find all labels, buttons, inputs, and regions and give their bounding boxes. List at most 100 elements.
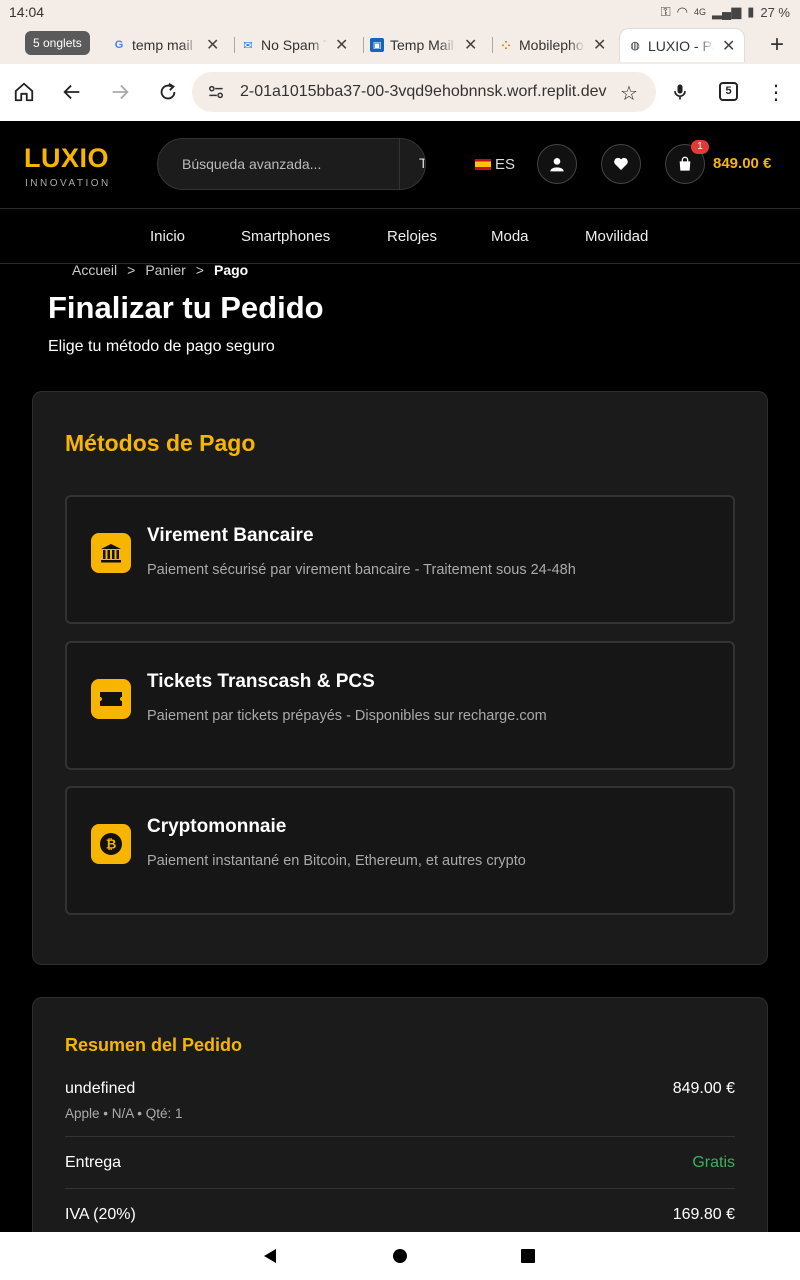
tab-count-button[interactable]: 5 onglets — [25, 31, 90, 55]
status-bar: 14:04 ⚿ ◠ 4G ▂▄▆ ▮ 27 % — [0, 0, 800, 24]
address-bar[interactable]: 2-01a1015bba37-00-3vqd9ehobnnsk.worf.rep… — [192, 72, 656, 112]
browser-tab-temp-mail[interactable]: G temp mail ✕ — [112, 28, 220, 62]
browser-tab-mobilephone[interactable]: ⁘ Mobilepho ✕ — [491, 28, 606, 62]
order-item-name: undefined — [65, 1080, 136, 1097]
close-tab-icon[interactable]: ✕ — [206, 35, 219, 55]
bank-icon — [91, 533, 131, 573]
payment-methods-card: Métodos de Pago Virement Bancaire Paieme… — [32, 391, 768, 965]
site-logo-tagline: INNOVATION — [25, 178, 111, 189]
signal-icon: ▂▄▆ — [711, 4, 742, 19]
breadcrumb-home[interactable]: Accueil — [72, 262, 117, 278]
site-logo[interactable]: LUXIO — [24, 143, 109, 174]
search-input[interactable] — [182, 139, 397, 189]
cart-count-badge: 1 — [691, 140, 709, 154]
close-tab-icon[interactable]: ✕ — [464, 35, 477, 55]
forward-icon[interactable] — [107, 79, 133, 105]
shopping-bag-icon — [679, 156, 691, 171]
browser-tab-luxio[interactable]: ◍ LUXIO - Pa ✕ — [619, 28, 745, 62]
delivery-value: Gratis — [692, 1154, 735, 1171]
site-header: LUXIO INNOVATION T ES 1 849.00 € — [0, 121, 800, 209]
tempmail-icon: ▣ — [370, 38, 384, 52]
url-text: 2-01a1015bba37-00-3vqd9ehobnnsk.worf.rep… — [240, 83, 607, 100]
breadcrumb-separator: > — [195, 262, 204, 278]
delivery-row: Entrega Gratis — [65, 1154, 735, 1178]
site-settings-icon[interactable] — [206, 82, 226, 107]
account-button[interactable] — [537, 144, 577, 184]
heart-icon — [614, 157, 628, 170]
browser-tab-strip: 5 onglets G temp mail ✕ ✉ No Spam T ✕ ▣ … — [0, 24, 800, 64]
nav-item-smartphones[interactable]: Smartphones — [241, 228, 330, 245]
payment-methods-heading: Métodos de Pago — [65, 430, 256, 456]
breadcrumb-separator: > — [127, 262, 136, 278]
ticket-icon — [91, 679, 131, 719]
tab-title: temp mail — [132, 37, 193, 53]
breadcrumb: Accueil > Panier > Pago — [72, 262, 248, 278]
vat-row: IVA (20%) 169.80 € — [65, 1206, 735, 1230]
language-selector[interactable]: ES — [475, 156, 515, 173]
new-tab-icon[interactable]: + — [770, 31, 784, 59]
close-tab-icon[interactable]: ✕ — [335, 35, 348, 55]
hotspot-icon: ◠ — [676, 4, 688, 19]
order-item-meta: Apple • N/A • Qté: 1 — [65, 1106, 183, 1121]
globe-icon: ◍ — [630, 40, 640, 52]
battery-level: 27 % — [760, 4, 790, 20]
mail-icon: ✉ — [243, 39, 253, 52]
search-bar: T — [157, 138, 426, 190]
main-navigation: Inicio Smartphones Relojes Moda Movilida… — [0, 210, 800, 264]
back-icon[interactable] — [59, 79, 85, 105]
payment-option-bank-transfer[interactable]: Virement Bancaire Paiement sécurisé par … — [65, 495, 735, 624]
tab-title: LUXIO - Pa — [648, 37, 714, 54]
tab-title: Mobilepho — [519, 37, 584, 53]
google-icon: G — [114, 39, 124, 51]
microphone-icon[interactable] — [667, 79, 693, 105]
system-home-icon[interactable] — [392, 1248, 408, 1264]
delivery-label: Entrega — [65, 1154, 122, 1171]
wishlist-button[interactable] — [601, 144, 641, 184]
vat-label: IVA (20%) — [65, 1206, 136, 1223]
svg-text:₿: ₿ — [106, 838, 117, 853]
system-recents-icon[interactable] — [520, 1248, 536, 1264]
vat-value: 169.80 € — [672, 1206, 735, 1223]
divider — [65, 1188, 735, 1189]
nav-item-movilidad[interactable]: Movilidad — [585, 228, 648, 245]
home-icon[interactable] — [11, 79, 37, 105]
payment-option-description: Paiement sécurisé par virement bancaire … — [147, 562, 576, 578]
payment-option-crypto[interactable]: ₿ Cryptomonnaie Paiement instantané en B… — [65, 786, 735, 915]
breadcrumb-current: Pago — [213, 262, 249, 278]
more-menu-icon[interactable]: ⋮ — [763, 79, 789, 105]
breadcrumb-cart[interactable]: Panier — [145, 262, 185, 278]
tab-switcher-button[interactable]: 5 — [719, 82, 738, 101]
network-type: 4G — [693, 7, 706, 17]
payment-option-title: Tickets Transcash & PCS — [147, 671, 375, 692]
tab-title: Temp Mail — [390, 37, 454, 53]
mobile-icon: ⁘ — [501, 39, 511, 52]
user-icon — [550, 158, 564, 172]
spain-flag-icon — [475, 159, 491, 170]
order-item-row: undefined Apple • N/A • Qté: 1 849.00 € — [65, 1080, 735, 1130]
status-time: 14:04 — [9, 4, 45, 20]
system-back-icon[interactable] — [262, 1248, 278, 1264]
battery-icon: ▮ — [747, 4, 755, 19]
close-tab-icon[interactable]: ✕ — [722, 36, 735, 56]
payment-option-description: Paiement par tickets prépayés - Disponib… — [147, 708, 547, 724]
status-icons: ⚿ ◠ 4G ▂▄▆ ▮ 27 % — [661, 4, 790, 20]
payment-option-title: Virement Bancaire — [147, 525, 314, 546]
tab-title: No Spam T — [261, 37, 327, 53]
system-navigation-bar — [0, 1232, 800, 1280]
payment-option-tickets[interactable]: Tickets Transcash & PCS Paiement par tic… — [65, 641, 735, 770]
cart-total[interactable]: 849.00 € — [713, 155, 771, 172]
language-label: ES — [495, 156, 516, 173]
nav-item-relojes[interactable]: Relojes — [387, 228, 437, 245]
order-item-price: 849.00 € — [672, 1080, 735, 1097]
browser-tab-temp-mail-2[interactable]: ▣ Temp Mail ✕ — [362, 28, 477, 62]
browser-tab-no-spam[interactable]: ✉ No Spam T ✕ — [233, 28, 348, 62]
close-tab-icon[interactable]: ✕ — [593, 35, 606, 55]
page-subtitle: Elige tu método de pago seguro — [48, 338, 275, 355]
order-summary-heading: Resumen del Pedido — [65, 1035, 243, 1055]
nav-item-moda[interactable]: Moda — [491, 228, 529, 245]
reload-icon[interactable] — [155, 79, 181, 105]
vpn-key-icon: ⚿ — [660, 4, 671, 19]
bookmark-star-icon[interactable]: ☆ — [620, 81, 638, 106]
nav-item-inicio[interactable]: Inicio — [150, 228, 185, 245]
search-button[interactable]: T — [399, 139, 425, 189]
